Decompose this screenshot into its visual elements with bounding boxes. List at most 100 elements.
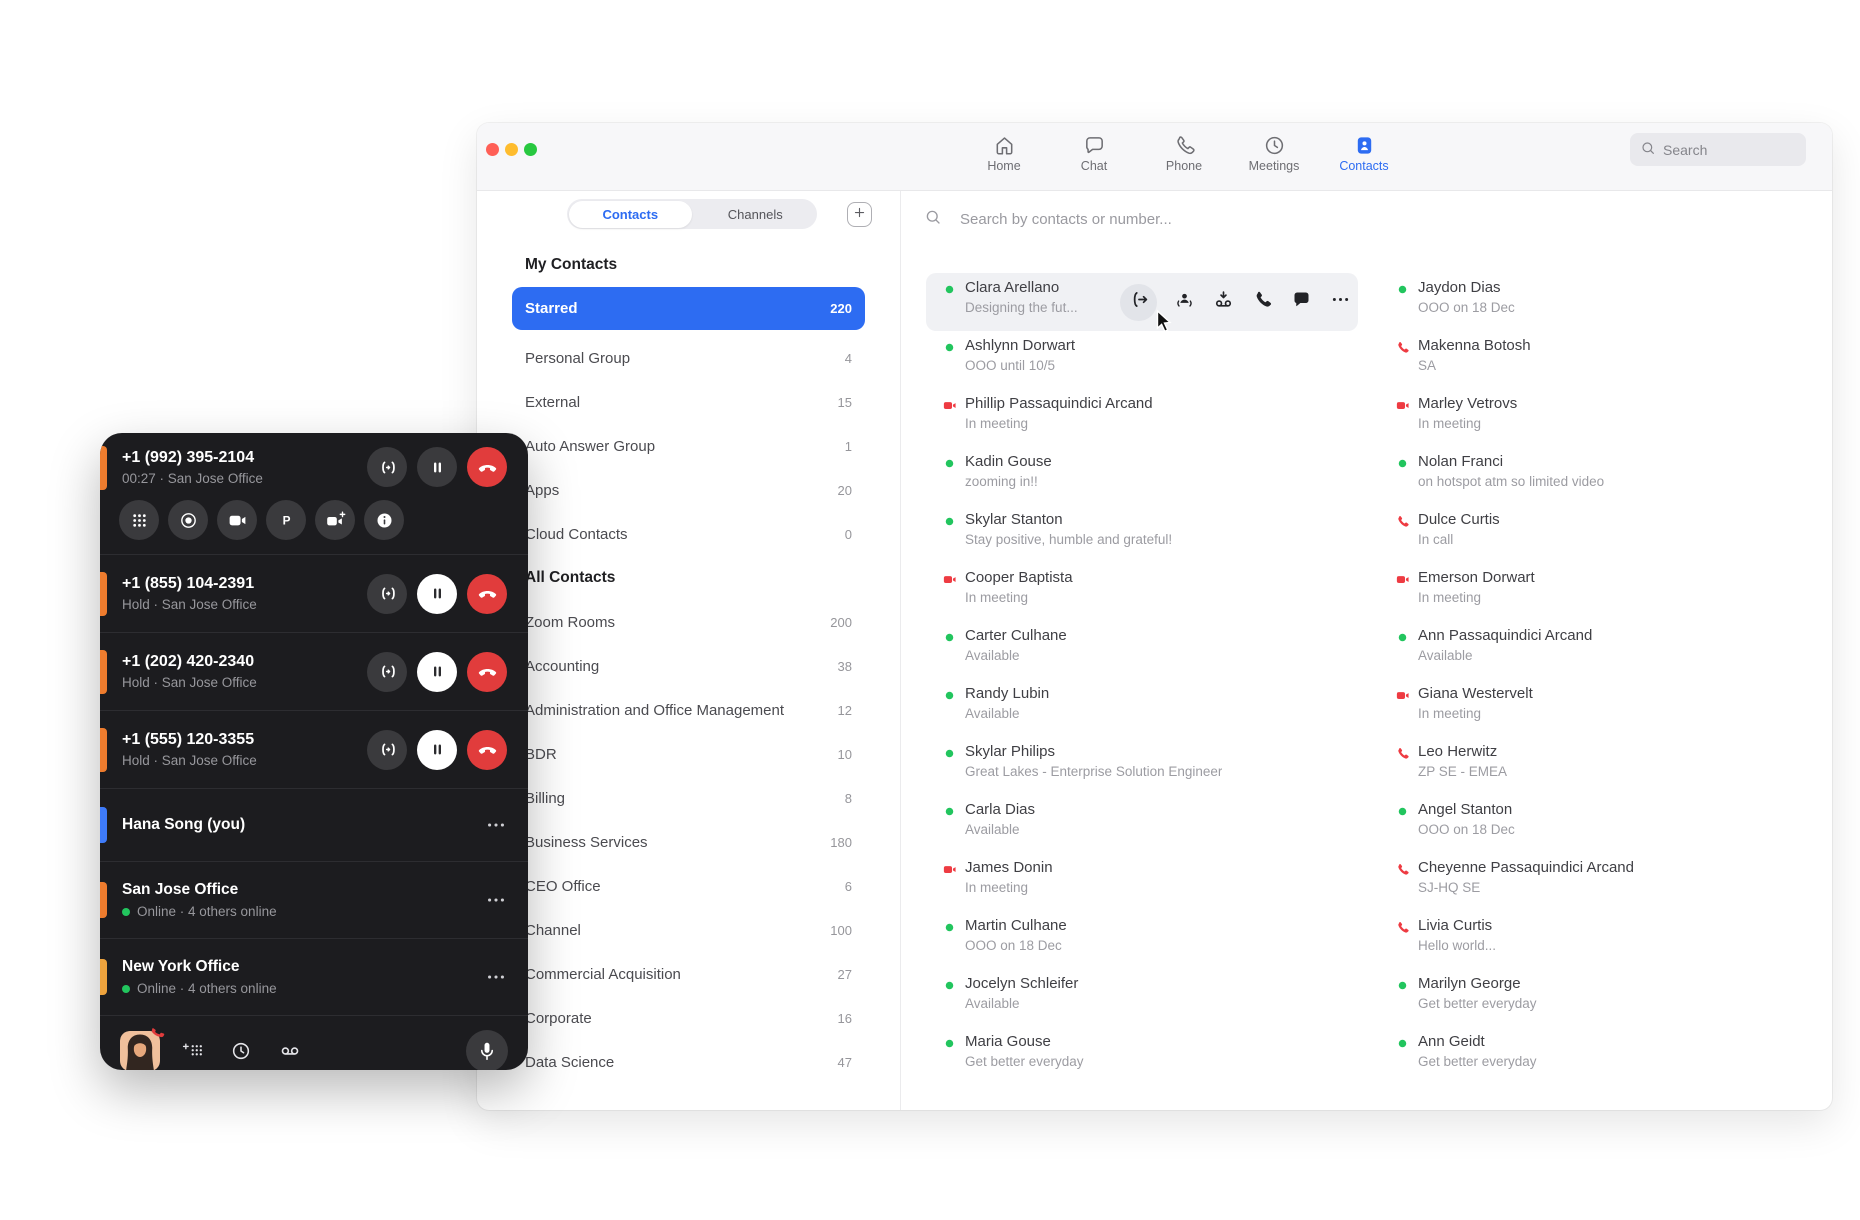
held-call-row[interactable]: +1 (202) 420-2340Hold · San Jose Office	[100, 633, 528, 710]
held-call-row[interactable]: +1 (855) 104-2391Hold · San Jose Office	[100, 555, 528, 632]
dialpad-add-button[interactable]	[175, 1034, 209, 1068]
end-call-button[interactable]	[467, 652, 507, 692]
end-call-button[interactable]	[467, 730, 507, 770]
contact-row-martin-culhane[interactable]: Martin CulhaneOOO on 18 Dec	[926, 911, 1358, 969]
sidebar-item-ceo-office[interactable]: CEO Office6	[512, 864, 865, 908]
end-call-button[interactable]	[467, 574, 507, 614]
transfer-call-button[interactable]	[367, 574, 407, 614]
contact-row-dulce-curtis[interactable]: Dulce CurtisIn call	[1379, 505, 1811, 563]
contact-row-marley-vetrovs[interactable]: Marley VetrovsIn meeting	[1379, 389, 1811, 447]
sidebar-item-accounting[interactable]: Accounting38	[512, 644, 865, 688]
presence-in-meeting-icon	[1395, 688, 1410, 703]
contact-row-jaydon-dias[interactable]: Jaydon DiasOOO on 18 Dec	[1379, 273, 1811, 331]
sidebar-item-bdr[interactable]: BDR10	[512, 732, 865, 776]
sidebar-item-cloud-contacts[interactable]: Cloud Contacts0	[512, 512, 865, 556]
microphone-button[interactable]	[466, 1030, 508, 1070]
tab-home[interactable]: Home	[969, 129, 1039, 173]
contact-row-maria-gouse[interactable]: Maria GouseGet better everyday	[926, 1027, 1358, 1085]
transfer-call-button[interactable]	[367, 447, 407, 487]
sidebar-item-external[interactable]: External15	[512, 380, 865, 424]
sidebar-item-zoom-rooms[interactable]: Zoom Rooms200	[512, 600, 865, 644]
park-button[interactable]: P	[266, 500, 306, 540]
sidebar-item-business-services[interactable]: Business Services180	[512, 820, 865, 864]
line-menu-button[interactable]	[485, 966, 507, 988]
contact-row-makenna-botosh[interactable]: Makenna BotoshSA	[1379, 331, 1811, 389]
sidebar-item-billing[interactable]: Billing8	[512, 776, 865, 820]
sidebar-item-commercial-acquisition[interactable]: Commercial Acquisition27	[512, 952, 865, 996]
contact-row-randy-lubin[interactable]: Randy LubinAvailable	[926, 679, 1358, 737]
contact-row-james-donin[interactable]: James DoninIn meeting	[926, 853, 1358, 911]
sidebar-item-data-science[interactable]: Data Science47	[512, 1040, 865, 1084]
video-button[interactable]	[217, 500, 257, 540]
call-button[interactable]	[1250, 290, 1274, 314]
add-contact-button[interactable]	[847, 202, 872, 227]
contact-row-carla-dias[interactable]: Carla DiasAvailable	[926, 795, 1358, 853]
contact-row-phillip-passaquindici-arcand[interactable]: Phillip Passaquindici ArcandIn meeting	[926, 389, 1358, 447]
tab-contacts[interactable]: Contacts	[1329, 129, 1399, 173]
contact-row-ashlynn-dorwart[interactable]: Ashlynn DorwartOOO until 10/5	[926, 331, 1358, 389]
hold-call-button[interactable]	[417, 447, 457, 487]
keypad-button[interactable]	[119, 500, 159, 540]
held-call-row[interactable]: +1 (555) 120-3355Hold · San Jose Office	[100, 711, 528, 788]
sidebar-item-corporate[interactable]: Corporate16	[512, 996, 865, 1040]
contact-status: OOO until 10/5	[965, 358, 1075, 373]
line-row-hana-song-you[interactable]: Hana Song (you)	[100, 789, 528, 861]
sidebar-item-administration-and-office-management[interactable]: Administration and Office Management12	[512, 688, 865, 732]
tab-phone[interactable]: Phone	[1149, 129, 1219, 173]
contact-row-ann-geidt[interactable]: Ann GeidtGet better everyday	[1379, 1027, 1811, 1085]
contact-row-livia-curtis[interactable]: Livia CurtisHello world...	[1379, 911, 1811, 969]
video-add-button[interactable]	[315, 500, 355, 540]
resume-call-button[interactable]	[417, 574, 457, 614]
contact-row-skylar-stanton[interactable]: Skylar StantonStay positive, humble and …	[926, 505, 1358, 563]
transfer-call-button[interactable]	[367, 730, 407, 770]
close-window-button[interactable]	[486, 143, 499, 156]
user-avatar[interactable]	[120, 1031, 160, 1070]
contact-row-ann-passaquindici-arcand[interactable]: Ann Passaquindici ArcandAvailable	[1379, 621, 1811, 679]
tab-chat[interactable]: Chat	[1059, 129, 1129, 173]
contact-row-carter-culhane[interactable]: Carter CulhaneAvailable	[926, 621, 1358, 679]
contact-row-kadin-gouse[interactable]: Kadin Gousezooming in!!	[926, 447, 1358, 505]
contact-name: Carla Dias	[965, 801, 1035, 818]
record-button[interactable]	[168, 500, 208, 540]
sidebar-item-channel[interactable]: Channel100	[512, 908, 865, 952]
contact-row-angel-stanton[interactable]: Angel StantonOOO on 18 Dec	[1379, 795, 1811, 853]
voicemail-button[interactable]	[273, 1034, 307, 1068]
contact-row-clara-arellano[interactable]: Clara ArellanoDesigning the fut...	[926, 273, 1358, 331]
sidebar-item-auto-answer-group[interactable]: Auto Answer Group1	[512, 424, 865, 468]
sidebar-item-apps[interactable]: Apps20	[512, 468, 865, 512]
sidebar-item-starred[interactable]: Starred220	[512, 287, 865, 330]
active-call-row[interactable]: +1 (992) 395-210400:27 · San Jose Office	[100, 447, 528, 487]
line-menu-button[interactable]	[485, 814, 507, 836]
resume-call-button[interactable]	[417, 652, 457, 692]
sidebar-tab-contacts[interactable]: Contacts	[569, 201, 693, 228]
minimize-window-button[interactable]	[505, 143, 518, 156]
contact-row-marilyn-george[interactable]: Marilyn GeorgeGet better everyday	[1379, 969, 1811, 1027]
info-button[interactable]	[364, 500, 404, 540]
global-search-input[interactable]: Search	[1630, 133, 1806, 166]
sidebar-tab-channels[interactable]: Channels	[694, 199, 818, 229]
line-row-san-jose-office[interactable]: San Jose OfficeOnline · 4 others online	[100, 862, 528, 938]
resume-call-button[interactable]	[417, 730, 457, 770]
contact-row-emerson-dorwart[interactable]: Emerson DorwartIn meeting	[1379, 563, 1811, 621]
transfer-call-button[interactable]	[367, 652, 407, 692]
contacts-search-input[interactable]: Search by contacts or number...	[924, 204, 1832, 234]
contact-row-jocelyn-schleifer[interactable]: Jocelyn SchleiferAvailable	[926, 969, 1358, 1027]
contact-status: Available	[1418, 648, 1592, 663]
chat-button[interactable]	[1289, 290, 1313, 314]
history-button[interactable]	[224, 1034, 258, 1068]
sidebar-item-personal-group[interactable]: Personal Group4	[512, 336, 865, 380]
line-row-new-york-office[interactable]: New York OfficeOnline · 4 others online	[100, 939, 528, 1015]
contact-row-nolan-franci[interactable]: Nolan Francion hotspot atm so limited vi…	[1379, 447, 1811, 505]
contact-row-skylar-philips[interactable]: Skylar PhilipsGreat Lakes - Enterprise S…	[926, 737, 1358, 795]
line-menu-button[interactable]	[485, 889, 507, 911]
tab-meetings[interactable]: Meetings	[1239, 129, 1309, 173]
end-call-button[interactable]	[467, 447, 507, 487]
line-texts: Hana Song (you)	[122, 816, 245, 834]
send-to-voicemail-button[interactable]	[1211, 290, 1235, 314]
contact-row-giana-westervelt[interactable]: Giana WesterveltIn meeting	[1379, 679, 1811, 737]
contact-row-cheyenne-passaquindici-arcand[interactable]: Cheyenne Passaquindici ArcandSJ-HQ SE	[1379, 853, 1811, 911]
contact-row-leo-herwitz[interactable]: Leo HerwitzZP SE - EMEA	[1379, 737, 1811, 795]
zoom-window-button[interactable]	[524, 143, 537, 156]
more-button[interactable]	[1328, 290, 1352, 314]
contact-row-cooper-baptista[interactable]: Cooper BaptistaIn meeting	[926, 563, 1358, 621]
